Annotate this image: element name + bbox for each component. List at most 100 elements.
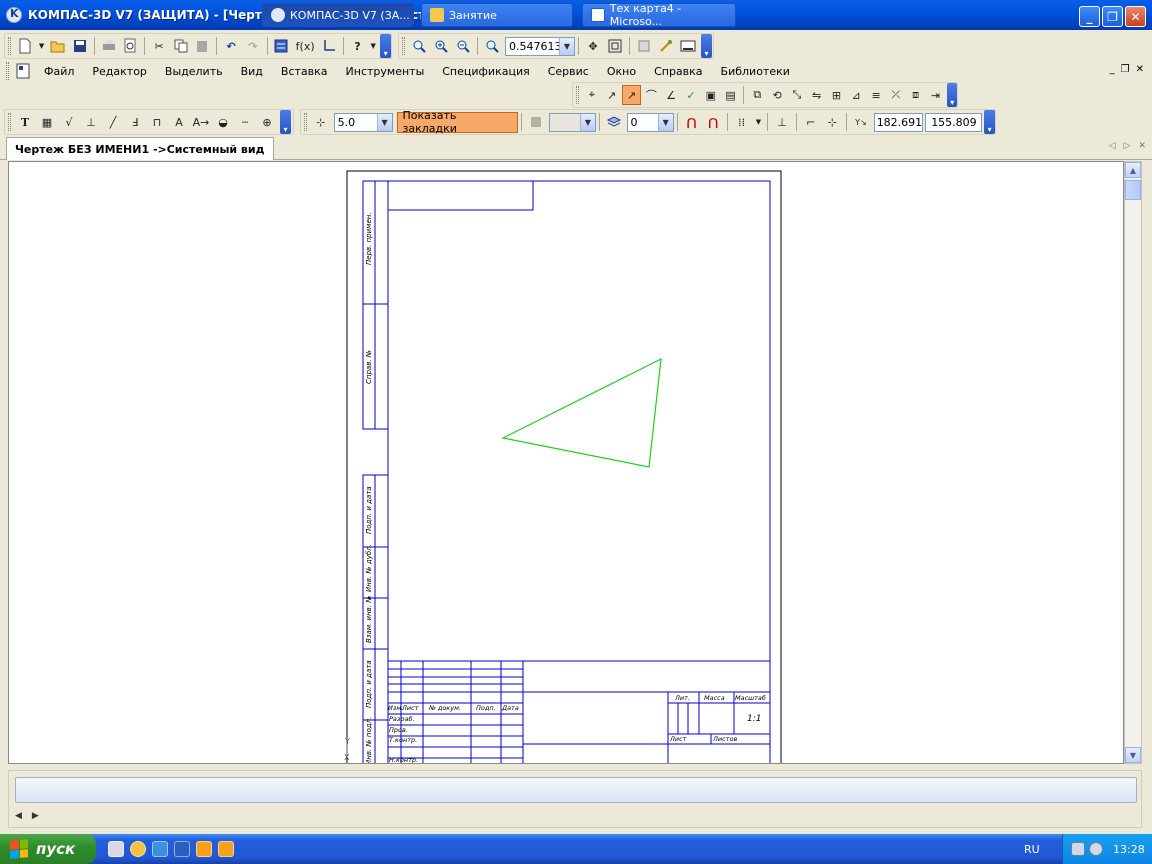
angle-icon[interactable]: ∠ bbox=[662, 85, 680, 105]
menu-file[interactable]: Файл bbox=[35, 65, 83, 78]
word-icon[interactable] bbox=[174, 841, 190, 857]
text-icon[interactable]: T bbox=[15, 112, 35, 132]
array-icon[interactable]: ⊞ bbox=[828, 85, 846, 105]
maximize-button[interactable]: ❐ bbox=[1102, 6, 1123, 27]
language-indicator[interactable]: RU bbox=[1024, 843, 1040, 856]
wave-icon[interactable]: ◒ bbox=[213, 112, 233, 132]
quick-browser-icon[interactable] bbox=[130, 841, 146, 857]
scroll-right-icon[interactable]: ▶ bbox=[32, 811, 39, 821]
tab-next-icon[interactable]: ▷ bbox=[1124, 141, 1131, 151]
toolbar-grip[interactable] bbox=[8, 113, 11, 131]
menu-help[interactable]: Справка bbox=[645, 65, 711, 78]
coord-x-field[interactable]: 182.691 bbox=[873, 112, 924, 132]
zoom-all-icon[interactable] bbox=[605, 36, 625, 56]
scroll-thumb[interactable] bbox=[1125, 180, 1141, 200]
paste-icon[interactable] bbox=[193, 36, 213, 56]
step-combo[interactable]: 5.0 ▼ bbox=[333, 112, 393, 132]
zoom-scale-icon[interactable] bbox=[482, 36, 502, 56]
drawing-canvas[interactable]: Перв. примен. Справ. № Подп. и дата Инв.… bbox=[8, 161, 1124, 764]
cut-icon[interactable]: ✂ bbox=[149, 36, 169, 56]
variables-icon[interactable] bbox=[272, 36, 292, 56]
ortho-icon[interactable]: ⌐ bbox=[801, 112, 821, 132]
menu-window[interactable]: Окно bbox=[598, 65, 645, 78]
vertical-scrollbar[interactable]: ▲ ▼ bbox=[1124, 161, 1142, 764]
style-combo[interactable]: ▼ bbox=[548, 112, 596, 132]
quick-app3-icon[interactable] bbox=[218, 841, 234, 857]
clipboard-icon[interactable]: ▤ bbox=[722, 85, 740, 105]
roughness-icon[interactable]: √ bbox=[59, 112, 79, 132]
mdi-close-button[interactable]: ✕ bbox=[1136, 64, 1144, 75]
scroll-up-icon[interactable]: ▲ bbox=[1125, 162, 1141, 178]
save-icon[interactable] bbox=[70, 36, 90, 56]
fillet-icon[interactable]: ⌒ bbox=[643, 85, 661, 105]
local-cs-icon[interactable]: ⊥ bbox=[772, 112, 792, 132]
menu-select[interactable]: Выделить bbox=[156, 65, 232, 78]
section-icon[interactable]: Α bbox=[169, 112, 189, 132]
mdi-minimize-button[interactable]: _ bbox=[1110, 64, 1115, 75]
clock[interactable]: 13:28 bbox=[1113, 843, 1145, 856]
toolbar-grip[interactable] bbox=[402, 37, 405, 55]
rotate-icon[interactable]: ⟲ bbox=[768, 85, 786, 105]
scroll-left-icon[interactable]: ◀ bbox=[15, 811, 22, 821]
table-icon[interactable]: ▦ bbox=[37, 112, 57, 132]
fx-function-button[interactable]: f(x) bbox=[293, 36, 317, 56]
toolbar-chevron-icon[interactable]: ▾ bbox=[701, 34, 712, 58]
toolbar-grip[interactable] bbox=[576, 86, 579, 104]
round-coords-icon[interactable]: ⊹ bbox=[822, 112, 842, 132]
axis-line-icon[interactable]: ┄ bbox=[235, 112, 255, 132]
snap-icon[interactable]: ↗ bbox=[603, 85, 621, 105]
toolbar-chevron-icon[interactable]: ▾ bbox=[380, 34, 392, 58]
extend-icon[interactable]: ⇥ bbox=[927, 85, 945, 105]
zoom-out-icon[interactable] bbox=[453, 36, 473, 56]
grid-step-icon[interactable]: ⊹ bbox=[311, 112, 331, 132]
zoom-scale-combo[interactable]: 0.547613 ▼ bbox=[505, 36, 575, 56]
menu-editor[interactable]: Редактор bbox=[83, 65, 156, 78]
network-tray-icon[interactable] bbox=[1071, 842, 1085, 856]
print-icon[interactable] bbox=[99, 36, 119, 56]
scale-icon[interactable]: ⤡ bbox=[788, 85, 806, 105]
curve-icon[interactable]: ✓ bbox=[682, 85, 700, 105]
view-arrow-icon[interactable]: Α→ bbox=[191, 112, 211, 132]
mirror-icon[interactable]: ⇋ bbox=[808, 85, 826, 105]
break-icon[interactable]: ⤫ bbox=[887, 85, 905, 105]
drawing-sheet[interactable]: Перв. примен. Справ. № Подп. и дата Инв.… bbox=[9, 162, 1124, 764]
refresh-view-icon[interactable] bbox=[634, 36, 654, 56]
document-tab[interactable]: Чертеж БЕЗ ИМЕНИ1 ->Системный вид bbox=[6, 137, 274, 160]
tab-close-icon[interactable]: ✕ bbox=[1138, 141, 1146, 151]
task-folder[interactable]: Занятие bbox=[421, 3, 573, 27]
menu-tools[interactable]: Инструменты bbox=[337, 65, 434, 78]
display-mode-icon[interactable] bbox=[678, 36, 698, 56]
toolbar-chevron-icon[interactable]: ▾ bbox=[947, 83, 958, 107]
chevron-down-icon[interactable]: ▼ bbox=[579, 113, 595, 131]
pan-icon[interactable]: ✥ bbox=[583, 36, 603, 56]
copy-object-icon[interactable]: ⧈ bbox=[907, 85, 925, 105]
toolbar-grip[interactable] bbox=[304, 113, 307, 131]
show-bookmarks-button[interactable]: Показать закладки bbox=[396, 109, 519, 135]
menu-view[interactable]: Вид bbox=[232, 65, 272, 78]
zoom-window-icon[interactable] bbox=[409, 36, 429, 56]
toolbar-chevron-icon[interactable]: ▾ bbox=[984, 110, 995, 134]
deform-icon[interactable]: ⊿ bbox=[847, 85, 865, 105]
volume-tray-icon[interactable] bbox=[1089, 842, 1103, 856]
redo-icon[interactable]: ↷ bbox=[243, 36, 263, 56]
minimize-button[interactable]: _ bbox=[1079, 6, 1100, 27]
grid-dropdown-icon[interactable]: ▼ bbox=[753, 112, 763, 132]
undo-icon[interactable]: ↶ bbox=[221, 36, 241, 56]
active-snap-icon[interactable]: ↗ bbox=[622, 85, 641, 105]
base-icon[interactable]: ⊥ bbox=[81, 112, 101, 132]
start-button[interactable]: пуск bbox=[0, 834, 96, 864]
menu-insert[interactable]: Вставка bbox=[272, 65, 337, 78]
quick-app-icon[interactable] bbox=[108, 841, 124, 857]
open-folder-icon[interactable] bbox=[49, 36, 69, 56]
zoom-in-icon[interactable] bbox=[431, 36, 451, 56]
grid-icon[interactable]: ⁞⁞ bbox=[732, 112, 752, 132]
task-kompas[interactable]: КОМПАС-3D V7 (ЗА... bbox=[262, 3, 414, 27]
regenerate-icon[interactable] bbox=[656, 36, 676, 56]
menu-grip[interactable] bbox=[6, 62, 9, 80]
menu-libraries[interactable]: Библиотеки bbox=[712, 65, 799, 78]
chevron-down-icon[interactable]: ▼ bbox=[559, 37, 574, 55]
center-mark-icon[interactable]: ⊕ bbox=[257, 112, 277, 132]
new-document-icon[interactable] bbox=[15, 36, 35, 56]
tab-prev-icon[interactable]: ◁ bbox=[1109, 141, 1116, 151]
layer-combo[interactable]: 0 ▼ bbox=[626, 112, 674, 132]
